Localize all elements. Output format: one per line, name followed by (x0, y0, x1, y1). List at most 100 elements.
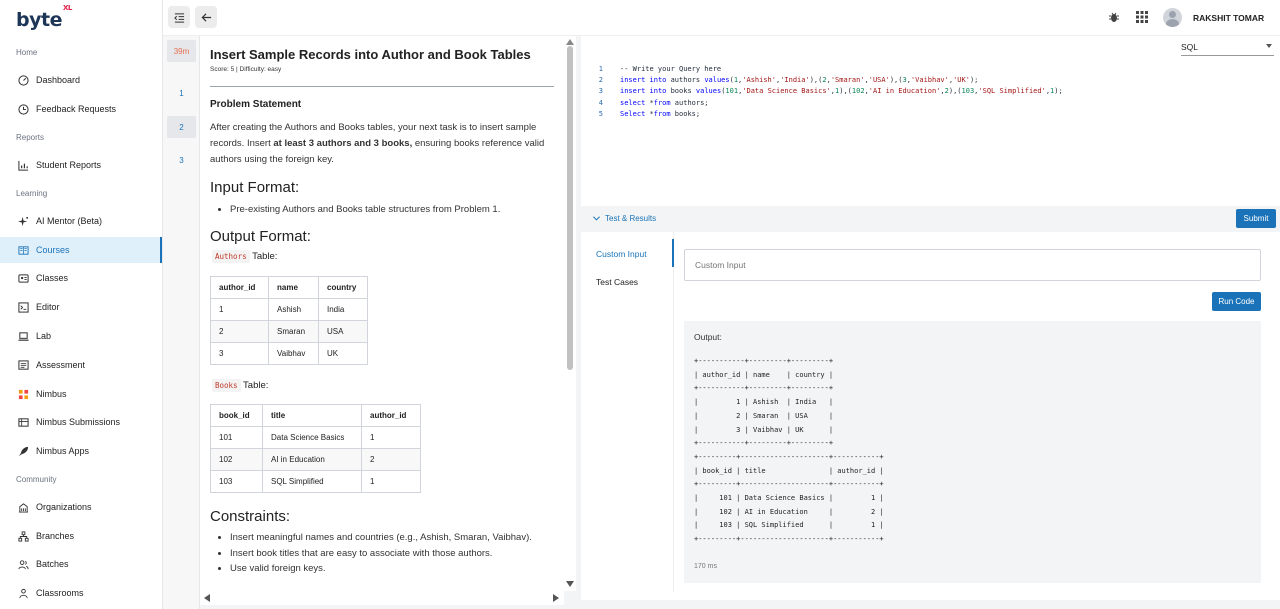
avatar[interactable] (1163, 8, 1182, 27)
tab-custom-input[interactable]: Custom Input (596, 249, 647, 259)
bug-icon (1109, 12, 1119, 22)
sidebar-item-ai-mentor[interactable]: AI Mentor (Beta) (0, 208, 162, 234)
problem-horizontal-scrollbar[interactable] (200, 591, 564, 605)
sidebar-item-label: Lab (36, 331, 52, 341)
list-item: Insert meaningful names and countries (e… (230, 530, 532, 546)
grid-icon (1136, 11, 1148, 23)
code-line: 4 select *from authors; (598, 99, 709, 107)
code-line: 3 insert into books values(101,'Data Scie… (598, 87, 1063, 95)
test-results-bar: Test & Results Submit (581, 206, 1280, 232)
column-header: author_id (361, 404, 421, 427)
question-1-tab[interactable]: 1 (167, 82, 196, 104)
sidebar-item-label: Organizations (36, 502, 92, 512)
output-format-heading: Output Format: (210, 228, 311, 245)
sidebar-item-classrooms[interactable]: Classrooms (0, 580, 162, 606)
arrow-left-icon (201, 12, 211, 22)
language-select[interactable]: SQL (1181, 42, 1274, 56)
book-open-icon (17, 244, 29, 256)
submit-button[interactable]: Submit (1236, 209, 1276, 228)
sidebar-item-nimbus-apps[interactable]: Nimbus Apps (0, 438, 162, 464)
active-tab-indicator (672, 239, 674, 267)
dashboard-icon (17, 74, 29, 86)
scroll-left-icon[interactable] (204, 594, 210, 602)
sparkle-icon (17, 215, 29, 227)
collapse-sidebar-button[interactable] (168, 6, 190, 28)
question-3-tab[interactable]: 3 (167, 149, 196, 171)
sidebar-item-student-reports[interactable]: Student Reports (0, 152, 162, 178)
sidebar-item-batches[interactable]: Batches (0, 551, 162, 577)
sidebar-item-label: Assessment (36, 360, 86, 370)
scrollbar-thumb[interactable] (567, 46, 573, 370)
sidebar: byteXL Home Dashboard Feedback Requests … (0, 0, 163, 609)
bug-report-button[interactable] (1107, 10, 1121, 24)
statement-heading: Problem Statement (210, 99, 302, 110)
sidebar-item-label: Dashboard (36, 75, 81, 85)
question-rail: 39m 1 2 3 (163, 36, 200, 609)
sidebar-item-label: AI Mentor (Beta) (36, 216, 103, 226)
code-editor[interactable]: 1 -- Write your Query here 2 insert into a… (581, 61, 1280, 206)
scroll-right-icon[interactable] (553, 594, 559, 602)
code-line: 1 -- Write your Query here (598, 65, 722, 73)
apps-grid-button[interactable] (1135, 10, 1149, 24)
section-learning: Learning (16, 189, 48, 198)
table-row: 102 AI in Education 2 (210, 448, 421, 471)
sidebar-item-assessment[interactable]: Assessment (0, 352, 162, 378)
sidebar-item-branches[interactable]: Branches (0, 523, 162, 549)
sidebar-item-editor[interactable]: Editor (0, 294, 162, 320)
building-icon (17, 501, 29, 513)
results-panel: Custom Input Test Cases Run Code Output:… (581, 232, 1280, 600)
editor-header: SQL (581, 36, 1280, 61)
custom-input-field[interactable] (684, 249, 1261, 281)
test-results-toggle[interactable]: Test & Results (593, 214, 656, 223)
column-header: book_id (210, 404, 263, 427)
list-item: Insert book titles that are easy to asso… (230, 546, 532, 562)
results-divider (673, 232, 674, 592)
sidebar-item-label: Feedback Requests (36, 104, 117, 114)
scroll-up-icon[interactable] (566, 39, 574, 45)
question-2-tab[interactable]: 2 (167, 116, 196, 138)
input-format-list: Pre-existing Authors and Books table str… (220, 202, 500, 218)
sidebar-item-nimbus[interactable]: Nimbus (0, 381, 162, 407)
output-text: +-----------+---------+---------+ | auth… (694, 357, 884, 544)
scroll-down-icon[interactable] (566, 581, 574, 587)
constraints-heading: Constraints: (210, 508, 291, 525)
sidebar-item-label: Batches (36, 559, 69, 569)
sidebar-item-lab[interactable]: Lab (0, 323, 162, 349)
sidebar-item-label: Student Reports (36, 160, 102, 170)
column-header: country (318, 276, 368, 299)
sidebar-item-label: Nimbus (36, 389, 67, 399)
sidebar-item-nimbus-submissions[interactable]: Nimbus Submissions (0, 409, 162, 435)
classroom-icon (17, 587, 29, 599)
byte-xl-logo[interactable]: byteXL (16, 4, 72, 31)
sidebar-item-label: Nimbus Submissions (36, 417, 121, 427)
sidebar-item-label: Classes (36, 273, 69, 283)
table-row: 2 Smaran USA (210, 320, 368, 343)
column-header: author_id (210, 276, 269, 299)
tab-test-cases[interactable]: Test Cases (596, 277, 638, 287)
sidebar-item-organizations[interactable]: Organizations (0, 494, 162, 520)
sidebar-item-classes[interactable]: Classes (0, 265, 162, 291)
assessment-icon (17, 359, 29, 371)
terminal-icon (17, 301, 29, 313)
divider (210, 86, 554, 87)
username[interactable]: RAKSHIT TOMAR (1193, 13, 1264, 23)
output-panel: Output: +-----------+---------+---------… (684, 321, 1261, 583)
sidebar-item-label: Classrooms (36, 588, 84, 598)
run-code-button[interactable]: Run Code (1212, 292, 1261, 311)
problem-panel: Insert Sample Records into Author and Bo… (200, 36, 564, 591)
column-header: name (268, 276, 319, 299)
dropdown-arrow-icon (1266, 44, 1272, 48)
input-format-heading: Input Format: (210, 179, 300, 196)
sidebar-item-label: Nimbus Apps (36, 446, 90, 456)
authors-table-label: Authors Table: (212, 250, 277, 263)
sidebar-item-courses[interactable]: Courses (0, 237, 162, 263)
problem-vertical-scrollbar[interactable] (564, 36, 576, 591)
sidebar-item-label: Courses (36, 245, 70, 255)
books-table-label: Books Table: (212, 379, 268, 392)
rocket-icon (17, 445, 29, 457)
authors-table: author_id name country 1 Ashish India 2 Sma… (210, 276, 368, 365)
sidebar-item-dashboard[interactable]: Dashboard (0, 67, 162, 93)
sidebar-item-feedback-requests[interactable]: Feedback Requests (0, 96, 162, 122)
problem-meta: Score: 5 | Difficulty: easy (210, 66, 282, 73)
back-button[interactable] (195, 6, 217, 28)
